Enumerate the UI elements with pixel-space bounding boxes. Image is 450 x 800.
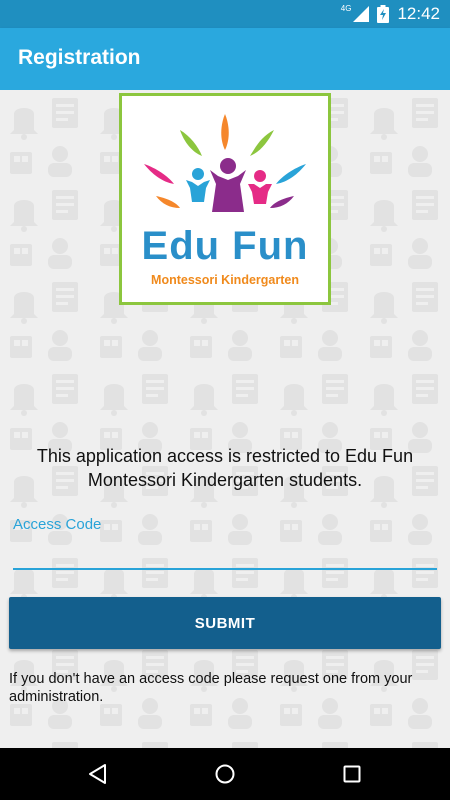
- school-logo: Edu Fun Montessori Kindergarten: [119, 93, 331, 305]
- recents-icon[interactable]: [340, 762, 364, 786]
- status-bar: 4G 12:42: [0, 0, 450, 28]
- registration-content: Edu Fun Montessori Kindergarten This app…: [0, 90, 450, 748]
- home-icon[interactable]: [213, 762, 237, 786]
- battery-charging-icon: [377, 5, 390, 23]
- logo-name: Edu Fun: [141, 224, 309, 268]
- signal-icon: [353, 6, 370, 22]
- access-code-input[interactable]: [13, 542, 437, 570]
- network-type: 4G: [340, 3, 352, 13]
- access-code-label: Access Code: [13, 516, 102, 533]
- app-bar: Registration: [0, 28, 450, 90]
- clock: 12:42: [397, 4, 440, 23]
- navigation-bar: [0, 748, 450, 800]
- logo-graphic: [144, 114, 306, 212]
- submit-button[interactable]: SUBMIT: [9, 597, 441, 649]
- page-title: Registration: [18, 46, 141, 69]
- access-restriction-message: This application access is restricted to…: [36, 446, 414, 490]
- logo-tagline: Montessori Kindergarten: [151, 273, 299, 287]
- back-icon[interactable]: [86, 762, 110, 786]
- help-text: If you don't have an access code please …: [9, 671, 413, 705]
